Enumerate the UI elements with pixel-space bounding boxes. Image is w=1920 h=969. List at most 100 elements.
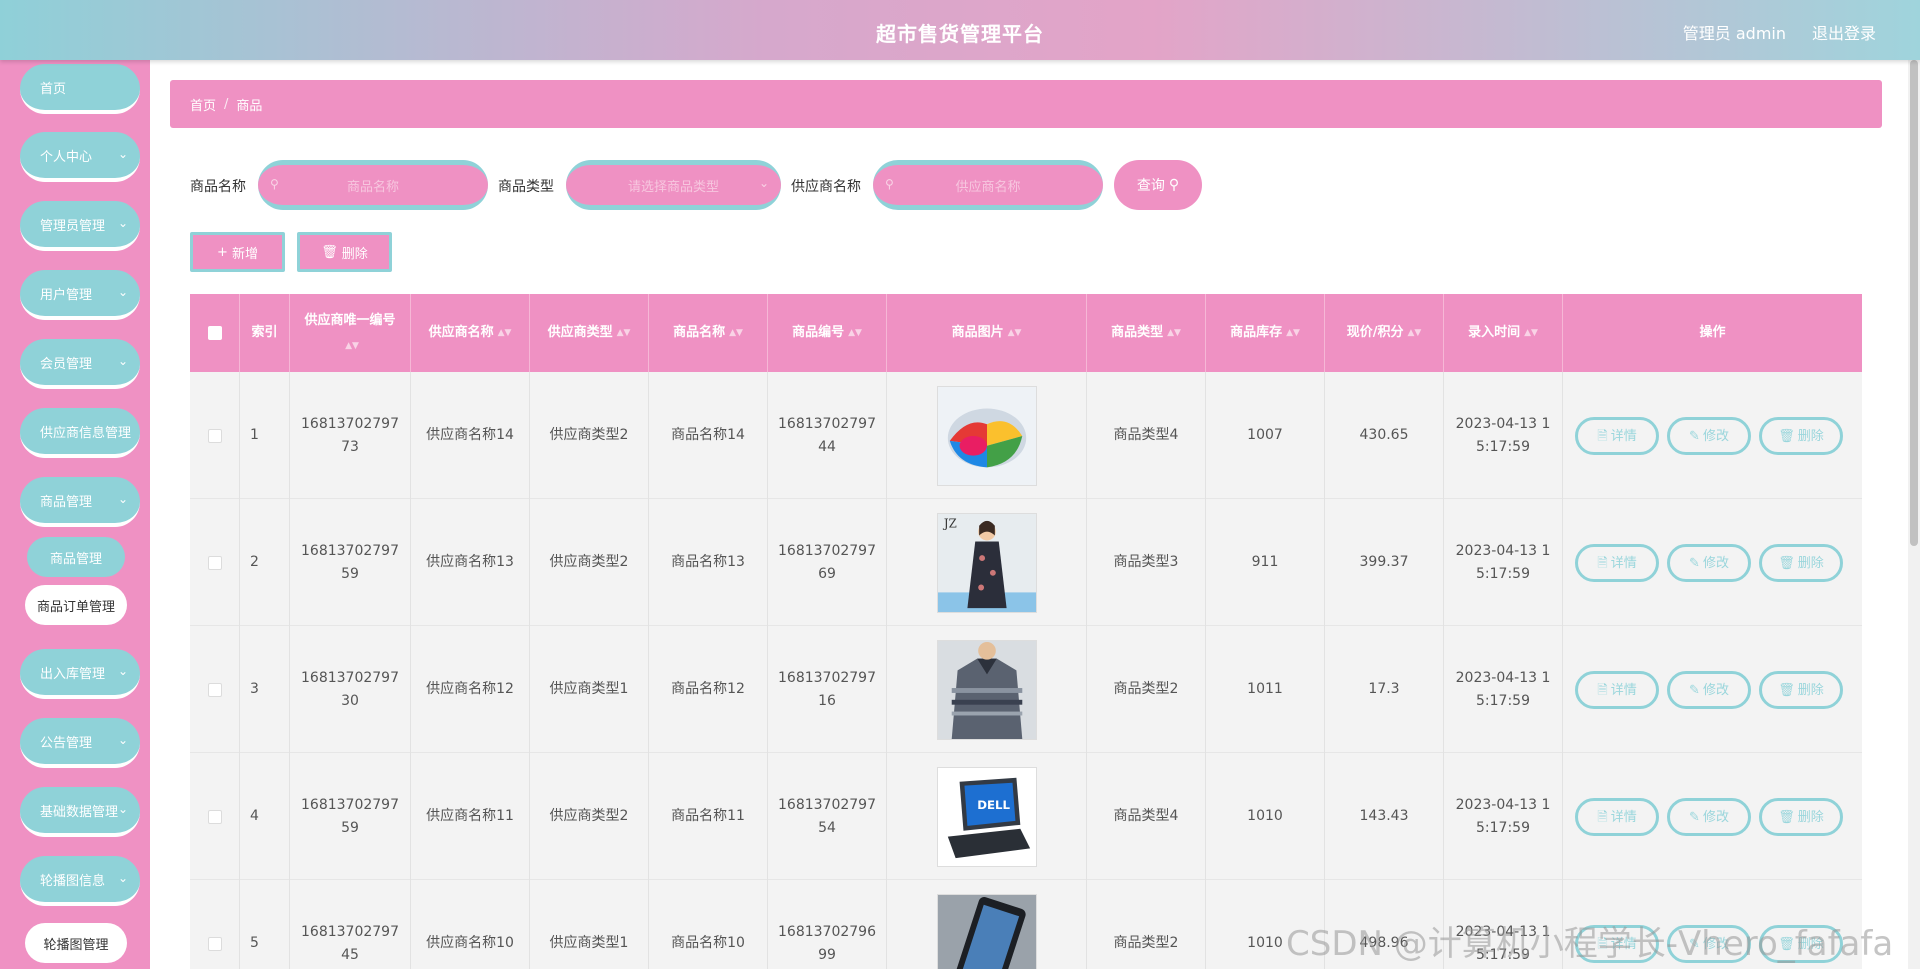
row-select-cell <box>190 753 240 880</box>
edit-button[interactable]: ✎ 修改 <box>1667 417 1751 455</box>
laptop-image[interactable]: DELL <box>936 766 1037 867</box>
cell-supplier-id: 1681370279745 <box>290 880 411 969</box>
sidebar: 首页 个人中心 ⌄ 管理员管理 ⌄ 用户管理 ⌄ 会员管理 ⌄ 供应商信息管理 商品管理… <box>0 60 150 969</box>
header-index: 索引 <box>240 294 290 372</box>
select-all-checkbox[interactable] <box>207 326 222 340</box>
detail-button[interactable]: 🗎 详情 <box>1575 925 1659 963</box>
top-header: 超市售货管理平台 管理员 admin 退出登录 <box>0 0 1920 60</box>
sidebar-item-notices[interactable]: 公告管理 ⌄ <box>20 718 140 768</box>
edit-button-label: 修改 <box>1702 555 1729 571</box>
cell-ops: 🗎 详情 ✎ 修改 🗑 删除 <box>1563 753 1862 880</box>
header-label: 操作 <box>1699 325 1726 340</box>
breadcrumb-separator: / <box>224 96 229 112</box>
header-label: 现价/积分 <box>1346 325 1404 340</box>
sidebar-item-carousel[interactable]: 轮播图信息 ⌄ <box>20 856 140 906</box>
header-product-type[interactable]: 商品类型 ▲▼ <box>1087 294 1206 372</box>
cell-product-code: 1681370279716 <box>768 626 887 753</box>
cell-index: 1 <box>240 372 290 499</box>
sidebar-item-suppliers[interactable]: 供应商信息管理 <box>20 408 140 458</box>
detail-button-label: 详情 <box>1610 428 1637 444</box>
sidebar-item-users[interactable]: 用户管理 ⌄ <box>20 270 140 320</box>
storage-box-image[interactable] <box>936 385 1037 486</box>
cell-index: 2 <box>240 499 290 626</box>
cell-product-type: 商品类型2 <box>1087 880 1206 969</box>
sidebar-item-home[interactable]: 首页 <box>20 64 140 114</box>
delete-row-button[interactable]: 🗑 删除 <box>1759 798 1843 836</box>
edit-button[interactable]: ✎ 修改 <box>1667 798 1751 836</box>
row-checkbox[interactable] <box>207 809 222 824</box>
header-supplier-name[interactable]: 供应商名称 ▲▼ <box>411 294 530 372</box>
sidebar-item-base-data[interactable]: 基础数据管理 ⌄ <box>20 787 140 837</box>
sort-icon: ▲▼ <box>616 328 631 338</box>
cell-product-image <box>887 372 1087 499</box>
row-checkbox[interactable] <box>207 555 222 570</box>
header-supplier-type[interactable]: 供应商类型 ▲▼ <box>530 294 649 372</box>
pencil-icon: ✎ <box>1689 555 1700 571</box>
scrollbar-thumb[interactable] <box>1910 60 1918 546</box>
supplier-name-input[interactable]: ⚲ 供应商名称 <box>873 160 1103 210</box>
document-icon: 🗎 <box>1597 428 1608 444</box>
sidebar-sub-carousel-manage[interactable]: 轮播图管理 <box>25 923 127 963</box>
row-checkbox[interactable] <box>207 428 222 443</box>
cell-supplier-id: 1681370279759 <box>290 753 411 880</box>
cell-product-code: 1681370279754 <box>768 753 887 880</box>
search-icon: ⚲ <box>885 177 894 191</box>
delete-row-button[interactable]: 🗑 删除 <box>1759 544 1843 582</box>
cell-supplier-type: 供应商类型1 <box>530 626 649 753</box>
delete-row-button[interactable]: 🗑 删除 <box>1759 925 1843 963</box>
sidebar-item-label: 轮播图信息 <box>40 873 106 889</box>
row-select-cell <box>190 880 240 969</box>
delete-button[interactable]: 🗑 删除 <box>297 232 392 272</box>
sidebar-item-profile[interactable]: 个人中心 ⌄ <box>20 132 140 182</box>
detail-button[interactable]: 🗎 详情 <box>1575 544 1659 582</box>
detail-button[interactable]: 🗎 详情 <box>1575 798 1659 836</box>
cell-stock: 1010 <box>1206 753 1325 880</box>
add-button[interactable]: + 新增 <box>190 232 285 272</box>
delete-row-button[interactable]: 🗑 删除 <box>1759 671 1843 709</box>
detail-button-label: 详情 <box>1610 682 1637 698</box>
sidebar-item-products[interactable]: 商品管理 ⌄ <box>20 477 140 527</box>
cell-ops: 🗎 详情 ✎ 修改 🗑 删除 <box>1563 372 1862 499</box>
sidebar-item-members[interactable]: 会员管理 ⌄ <box>20 339 140 389</box>
header-price[interactable]: 现价/积分 ▲▼ <box>1325 294 1444 372</box>
header-product-image[interactable]: 商品图片 ▲▼ <box>887 294 1087 372</box>
edit-button[interactable]: ✎ 修改 <box>1667 544 1751 582</box>
header-label: 供应商唯一编号 ▲▼ <box>304 312 396 351</box>
logout-link[interactable]: 退出登录 <box>1812 20 1876 44</box>
breadcrumb-home[interactable]: 首页 <box>190 95 216 114</box>
page-scrollbar[interactable] <box>1908 60 1920 969</box>
header-stock[interactable]: 商品库存 ▲▼ <box>1206 294 1325 372</box>
product-name-input[interactable]: ⚲ 商品名称 <box>258 160 488 210</box>
delete-row-button-label: 删除 <box>1797 428 1824 444</box>
detail-button[interactable]: 🗎 详情 <box>1575 417 1659 455</box>
product-name-placeholder: 商品名称 <box>346 179 399 195</box>
header-created[interactable]: 录入时间 ▲▼ <box>1444 294 1563 372</box>
query-button[interactable]: 查询 ⚲ <box>1114 160 1202 210</box>
polo-shirt-image[interactable] <box>936 639 1037 740</box>
cell-index: 4 <box>240 753 290 880</box>
app-title: 超市售货管理平台 <box>876 22 1044 46</box>
sort-icon: ▲▼ <box>1007 328 1022 338</box>
dress-image[interactable]: JZ <box>936 512 1037 613</box>
sidebar-sub-product-orders[interactable]: 商品订单管理 <box>25 585 127 625</box>
sidebar-item-inventory[interactable]: 出入库管理 ⌄ <box>20 649 140 699</box>
chevron-down-icon: ⌄ <box>117 354 128 368</box>
row-checkbox[interactable] <box>207 682 222 697</box>
row-checkbox[interactable] <box>207 936 222 951</box>
phone-image[interactable] <box>936 893 1037 969</box>
detail-button[interactable]: 🗎 详情 <box>1575 671 1659 709</box>
sort-icon: ▲▼ <box>345 340 359 351</box>
header-product-code[interactable]: 商品编号 ▲▼ <box>768 294 887 372</box>
header-label: 索引 <box>251 325 278 340</box>
edit-button[interactable]: ✎ 修改 <box>1667 925 1751 963</box>
sidebar-sub-product-manage[interactable]: 商品管理 <box>27 537 125 577</box>
header-supplier-id[interactable]: 供应商唯一编号 ▲▼ <box>290 294 411 372</box>
query-button-label: 查询 <box>1136 178 1165 194</box>
chevron-down-icon: ⌄ <box>117 147 128 161</box>
sidebar-item-admins[interactable]: 管理员管理 ⌄ <box>20 201 140 251</box>
edit-button[interactable]: ✎ 修改 <box>1667 671 1751 709</box>
product-type-select[interactable]: 请选择商品类型 ⌄ <box>566 160 781 210</box>
delete-row-button[interactable]: 🗑 删除 <box>1759 417 1843 455</box>
cell-product-type: 商品类型3 <box>1087 499 1206 626</box>
header-product-name[interactable]: 商品名称 ▲▼ <box>649 294 768 372</box>
